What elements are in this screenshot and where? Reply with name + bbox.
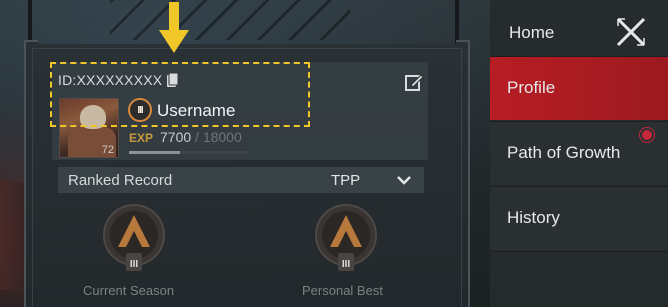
- exp-value: 7700 / 18000: [160, 129, 242, 145]
- player-id: ID:XXXXXXXXX: [58, 72, 163, 88]
- ranked-record-title: Ranked Record: [68, 172, 173, 189]
- notification-dot-icon: [642, 130, 652, 140]
- exp-current: 7700: [160, 129, 192, 145]
- exp-label: EXP: [129, 131, 154, 145]
- exp-separator: /: [195, 129, 199, 145]
- menu-item-label: Profile: [507, 78, 556, 97]
- exp-max: 18000: [202, 129, 242, 145]
- menu-item-label: Path of Growth: [507, 143, 621, 162]
- exp-progress-fill: [129, 151, 180, 154]
- down-arrow-icon: [159, 2, 189, 53]
- copy-icon[interactable]: [165, 72, 179, 88]
- chevron-down-icon[interactable]: [396, 175, 412, 185]
- current-season-caption: Current Season: [83, 283, 175, 298]
- background-beam: [455, 0, 459, 45]
- current-season-numeral: III: [130, 259, 139, 270]
- background-beam: [28, 0, 32, 45]
- personal-best-numeral: III: [342, 259, 351, 270]
- menu-home-title: Home: [509, 23, 555, 42]
- menu-item-path-of-growth[interactable]: Path of Growth: [490, 121, 668, 185]
- close-icon[interactable]: [615, 16, 647, 48]
- rank-badge-icon: III: [128, 98, 152, 122]
- menu-item-label: History: [507, 208, 560, 227]
- avatar[interactable]: 72: [59, 98, 119, 158]
- background-structure: [110, 0, 350, 40]
- rank-numeral: III: [137, 104, 143, 116]
- edit-icon[interactable]: [404, 72, 424, 92]
- personal-best-caption: Personal Best: [302, 283, 383, 298]
- menu-item-history[interactable]: History: [490, 186, 668, 250]
- personal-best-emblem-icon[interactable]: III: [314, 203, 378, 275]
- avatar-head: [80, 105, 106, 129]
- menu-item-profile[interactable]: Profile: [490, 56, 668, 120]
- menu-empty-slot: [490, 251, 668, 307]
- mode-select-value[interactable]: TPP: [331, 172, 360, 189]
- username: Username: [157, 101, 236, 120]
- exp-progress-bar: [129, 151, 247, 154]
- current-season-emblem-icon[interactable]: III: [102, 203, 166, 275]
- avatar-level: 72: [101, 144, 114, 156]
